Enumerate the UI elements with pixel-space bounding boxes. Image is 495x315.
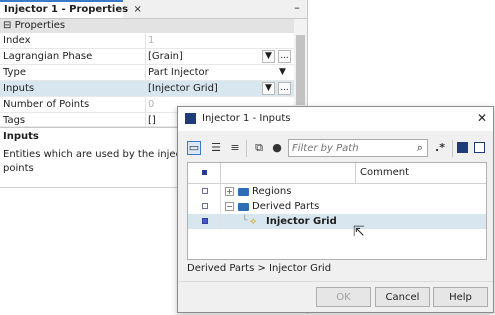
filter-icon[interactable]: ▼	[262, 50, 275, 63]
description-title: Inputs	[3, 131, 39, 142]
help-button[interactable]: Help	[433, 287, 488, 307]
tree-item-label: Regions	[252, 186, 292, 197]
toolbar-separator	[246, 140, 247, 157]
minimize-icon[interactable]: –	[291, 1, 303, 15]
tree-item-regions[interactable]: + Regions	[188, 184, 486, 199]
property-name: Index	[3, 35, 31, 46]
ok-button[interactable]: OK	[316, 287, 371, 307]
injector-grid-icon: ⟡	[250, 216, 257, 227]
tree-item-injector-grid[interactable]: └ ⟡ Injector Grid	[188, 214, 486, 229]
tree-header: Comment	[188, 163, 486, 184]
property-value: [Grain]	[148, 51, 183, 62]
filter-input-box[interactable]: ⌕	[288, 139, 428, 157]
selected-path-text: Derived Parts > Injector Grid	[187, 263, 332, 274]
tab-close-icon[interactable]: ×	[134, 4, 142, 15]
copy-icon[interactable]: ⧉	[252, 141, 266, 155]
dialog-title: Injector 1 - Inputs	[202, 113, 291, 124]
property-value: 1	[148, 35, 155, 46]
folder-icon	[238, 203, 249, 211]
selection-column-header[interactable]	[188, 163, 221, 183]
selection-cell[interactable]	[188, 214, 221, 229]
inputs-tree[interactable]: Comment + Regions − Derived Parts └ ⟡ In…	[187, 162, 487, 260]
lock-icon[interactable]: ●	[270, 141, 284, 155]
tree-list-icon[interactable]: ☰	[209, 141, 223, 155]
mouse-cursor-icon: ⇱	[353, 224, 365, 240]
group-label: Properties	[14, 20, 66, 31]
properties-group-header[interactable]: ⊟ Properties	[0, 19, 294, 33]
ellipsis-button[interactable]: ...	[278, 50, 291, 63]
search-icon[interactable]: ⌕	[417, 141, 423, 155]
tree-connector: └	[242, 216, 248, 226]
expand-icon[interactable]: +	[225, 187, 234, 196]
comment-view-icon[interactable]: ▭	[187, 141, 201, 155]
property-row-type[interactable]: Type Part Injector ▼	[0, 65, 294, 81]
property-value: Part Injector	[148, 67, 209, 78]
property-value: 0	[148, 99, 155, 110]
close-icon[interactable]: ✕	[475, 111, 489, 125]
dialog-title-bar[interactable]: Injector 1 - Inputs ✕	[178, 107, 493, 131]
property-name: Inputs	[3, 83, 35, 94]
partial-check-icon[interactable]	[202, 203, 208, 209]
property-name: Type	[3, 67, 26, 78]
comment-column-header[interactable]: Comment	[360, 167, 409, 178]
regex-toggle-icon[interactable]: .*	[431, 141, 449, 155]
dropdown-arrow-icon[interactable]: ▼	[279, 65, 286, 80]
checked-icon[interactable]	[202, 218, 208, 224]
tree-item-derived-parts[interactable]: − Derived Parts	[188, 199, 486, 214]
select-all-icon[interactable]	[457, 142, 468, 153]
tree-item-label: Derived Parts	[252, 201, 320, 212]
flat-list-icon[interactable]: ≡	[228, 141, 242, 155]
tab-injector-properties[interactable]: Injector 1 - Properties ×	[0, 0, 142, 18]
collapse-icon[interactable]: −	[225, 202, 234, 211]
cancel-button[interactable]: Cancel	[375, 287, 430, 307]
selection-cell[interactable]	[188, 199, 221, 214]
column-divider[interactable]	[355, 163, 356, 183]
filter-by-path-input[interactable]	[292, 141, 410, 155]
folder-icon	[238, 188, 249, 196]
collapse-icon[interactable]: ⊟	[3, 20, 11, 31]
tree-item-label: Injector Grid	[266, 216, 337, 227]
property-row-inputs[interactable]: Inputs [Injector Grid] ▼ ...	[0, 81, 294, 97]
toolbar-separator	[452, 140, 453, 157]
ellipsis-button[interactable]: ...	[278, 82, 291, 95]
property-name: Tags	[3, 115, 26, 126]
unchecked-icon[interactable]	[202, 188, 208, 194]
filter-icon[interactable]: ▼	[262, 82, 275, 95]
scrollbar-thumb[interactable]	[296, 35, 305, 105]
property-name: Lagrangian Phase	[3, 51, 93, 62]
property-row-lagrangian-phase[interactable]: Lagrangian Phase [Grain] ▼ ...	[0, 49, 294, 65]
inputs-dialog: Injector 1 - Inputs ✕ ▭ ☰ ≡ ⧉ ● ⌕ .* Com…	[177, 106, 494, 313]
property-name: Number of Points	[3, 99, 90, 110]
tab-bar: Injector 1 - Properties × –	[0, 0, 307, 19]
property-value: []	[148, 115, 156, 126]
tab-title: Injector 1 - Properties	[4, 4, 129, 15]
selection-cell[interactable]	[188, 184, 221, 199]
property-value: [Injector Grid]	[148, 83, 218, 94]
property-row-index[interactable]: Index 1	[0, 33, 294, 49]
divider	[178, 281, 493, 282]
app-logo-icon	[185, 113, 196, 124]
deselect-all-icon[interactable]	[474, 142, 485, 153]
